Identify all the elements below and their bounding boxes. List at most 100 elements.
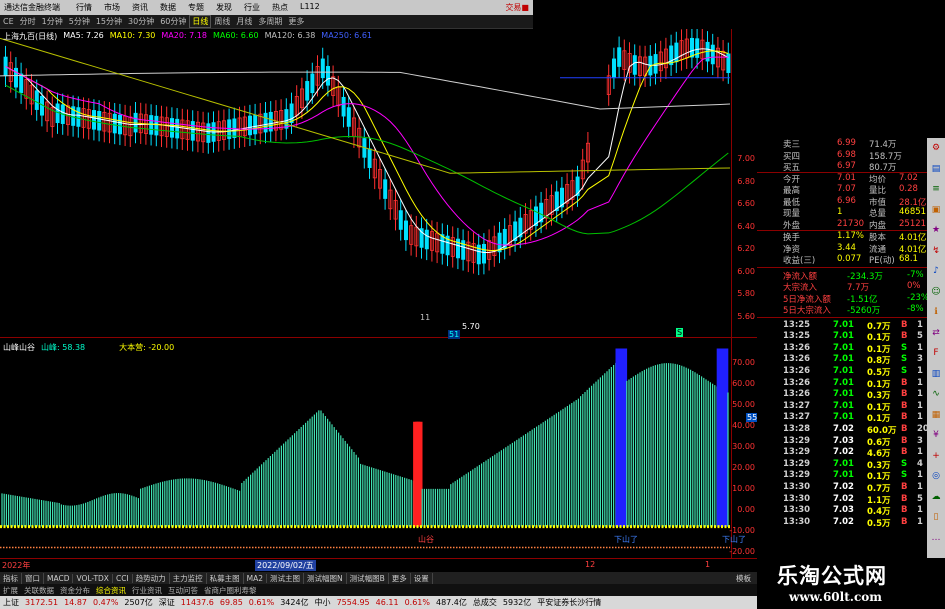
period-tab[interactable]: 周线 <box>211 16 233 27</box>
info-nav-item[interactable]: 行业资讯 <box>129 585 165 596</box>
info-nav-item[interactable]: 关联数据 <box>21 585 57 596</box>
chart-icon[interactable]: ▤ <box>930 163 942 175</box>
quote-value: 6.99 <box>837 138 856 148</box>
indicator-tab[interactable]: 趋势动力 <box>133 572 170 584</box>
indicator-panel[interactable]: 山峰山谷 山峰: 58.38 大本营: -20.00 70.00 60.00 50.… <box>0 338 771 558</box>
tick-price: 7.01 <box>833 470 854 481</box>
list-icon[interactable]: ≡ <box>930 183 942 195</box>
flow-icon[interactable]: ↯ <box>930 245 942 257</box>
tick-count: 1 <box>917 447 923 458</box>
indicator-tab[interactable]: 设置 <box>411 572 433 584</box>
quote-label: 158.7万 <box>869 151 902 162</box>
news-icon[interactable]: ▣ <box>930 204 942 216</box>
menu-item[interactable]: 行情 <box>70 2 98 13</box>
money-icon[interactable]: ¥ <box>930 429 942 441</box>
indicator-tab[interactable]: 指标 <box>0 572 22 584</box>
quote-row: 最低 6.96 市值 28.1亿 <box>757 196 927 208</box>
status-item: 3424亿 <box>280 598 309 607</box>
tick-row: 13:29 7.03 0.6万 B 3 <box>757 436 927 448</box>
cloud-icon[interactable]: ☁ <box>930 491 942 503</box>
tick-side: B <box>901 505 908 516</box>
indicator-tab[interactable]: MACD <box>44 573 74 583</box>
quote-label: 买四 <box>783 151 801 162</box>
bars-icon[interactable]: ▥ <box>930 368 942 380</box>
period-tab[interactable]: 30分钟 <box>125 16 157 27</box>
template-button[interactable]: 模板 <box>736 573 751 584</box>
doc-icon[interactable]: ▯ <box>930 511 942 523</box>
menu-item[interactable]: 资讯 <box>126 2 154 13</box>
indicator-tick: 40.00 <box>732 421 755 430</box>
f10-icon[interactable]: F <box>930 347 942 359</box>
star-icon[interactable]: ★ <box>930 224 942 236</box>
tick-count: 3 <box>917 354 923 365</box>
menu-item[interactable]: 市场 <box>98 2 126 13</box>
period-tab[interactable]: 60分钟 <box>157 16 189 27</box>
period-tab[interactable]: 月线 <box>233 16 255 27</box>
bell-icon[interactable]: ♪ <box>930 265 942 277</box>
tick-row: 13:26 7.01 0.1万 S 1 <box>757 342 927 355</box>
flow-label: 5日净流入额 <box>783 294 831 305</box>
menu-item[interactable]: 热点 <box>266 2 294 13</box>
period-tab[interactable]: 5分钟 <box>66 16 93 27</box>
indicator-tab[interactable]: 测试主图 <box>267 572 305 584</box>
swap-icon[interactable]: ⇄ <box>930 327 942 339</box>
info-nav-item[interactable]: 省商户圈利寿黎 <box>201 585 260 596</box>
info-nav-item[interactable]: 综合资讯 <box>93 585 129 596</box>
menu-item[interactable]: 专题 <box>182 2 210 13</box>
tick-count: 1 <box>917 365 923 376</box>
indicator-tab[interactable]: VOL-TDX <box>73 573 113 583</box>
indicator-tick: -20.00 <box>729 547 755 556</box>
period-tab[interactable]: 日线 <box>189 15 212 28</box>
plus-icon[interactable]: + <box>930 450 942 462</box>
info-icon[interactable]: ℹ <box>930 306 942 318</box>
trade-button[interactable]: 交易■ <box>505 2 529 13</box>
kline-chart[interactable]: 上海九百(日线) MA5: 7.26 MA10: 7.30 MA20: 7.18 MA… <box>0 29 757 339</box>
line-icon[interactable]: ∿ <box>930 388 942 400</box>
period-tab[interactable]: 分时 <box>17 16 39 27</box>
menu-item[interactable]: 发现 <box>210 2 238 13</box>
indicator-tab[interactable]: 测试幅图N <box>304 572 347 584</box>
info-nav-item[interactable]: 扩展 <box>0 585 21 596</box>
indicator-tab[interactable]: 主力监控 <box>170 572 207 584</box>
quote-value: 4.01亿 <box>899 233 927 243</box>
indicator-tab[interactable]: MA2 <box>244 573 268 583</box>
ma-legend: 上海九百(日线) MA5: 7.26 MA10: 7.30 MA20: 7.18 MA… <box>3 31 372 42</box>
user-icon[interactable]: ☺ <box>930 286 942 298</box>
tick-time: 13:27 <box>783 400 811 411</box>
quote-label: 卖三 <box>783 140 801 150</box>
tick-volume: 0.1万 <box>867 414 891 425</box>
menu-item[interactable]: 数据 <box>154 2 182 13</box>
quote-row: 买四 6.98 158.7万 <box>757 150 927 162</box>
flow-pct: -23% <box>907 292 929 303</box>
indicator-svg <box>0 348 730 549</box>
status-item: 0.47% <box>93 598 119 607</box>
period-tab[interactable]: 1分钟 <box>39 16 66 27</box>
info-nav-item[interactable]: 互动问答 <box>165 585 201 596</box>
more-icon[interactable]: … <box>930 532 942 544</box>
flow-row: 净流入额 -234.3万 -7% <box>757 270 927 282</box>
indicator-tab[interactable]: 测试幅图B <box>347 572 389 584</box>
period-tab[interactable]: CE <box>0 17 17 26</box>
indicator-tab[interactable]: 窗口 <box>22 572 44 584</box>
globe-icon[interactable]: ◎ <box>930 470 942 482</box>
quote-label: 收益(三) <box>783 256 816 266</box>
period-tab[interactable]: 15分钟 <box>93 16 125 27</box>
period-tab[interactable]: 多周期 <box>255 16 285 27</box>
quote-row: 外盘 21730 内盘 25121 <box>757 219 927 231</box>
signal-down: 下山了 <box>614 535 638 544</box>
menu-item[interactable]: 行业 <box>238 2 266 13</box>
indicator-tab[interactable]: 私募主图 <box>207 572 244 584</box>
grid-icon[interactable]: ▦ <box>930 409 942 421</box>
tick-row: 13:26 7.01 0.5万 S 1 <box>757 365 927 378</box>
tick-count: 5 <box>917 493 923 504</box>
tick-volume: 0.8万 <box>867 356 891 367</box>
tick-count: 1 <box>917 342 923 353</box>
indicator-tab[interactable]: 更多 <box>389 572 411 584</box>
gear-icon[interactable]: ⚙ <box>930 142 942 154</box>
menu-item[interactable]: L112 <box>294 2 326 13</box>
tick-count: 1 <box>917 412 923 423</box>
indicator-tab[interactable]: CCI <box>113 573 133 583</box>
flow-value: -5260万 <box>847 306 881 316</box>
info-nav-item[interactable]: 资金分布 <box>57 585 93 596</box>
period-tab[interactable]: 更多 <box>285 16 307 27</box>
